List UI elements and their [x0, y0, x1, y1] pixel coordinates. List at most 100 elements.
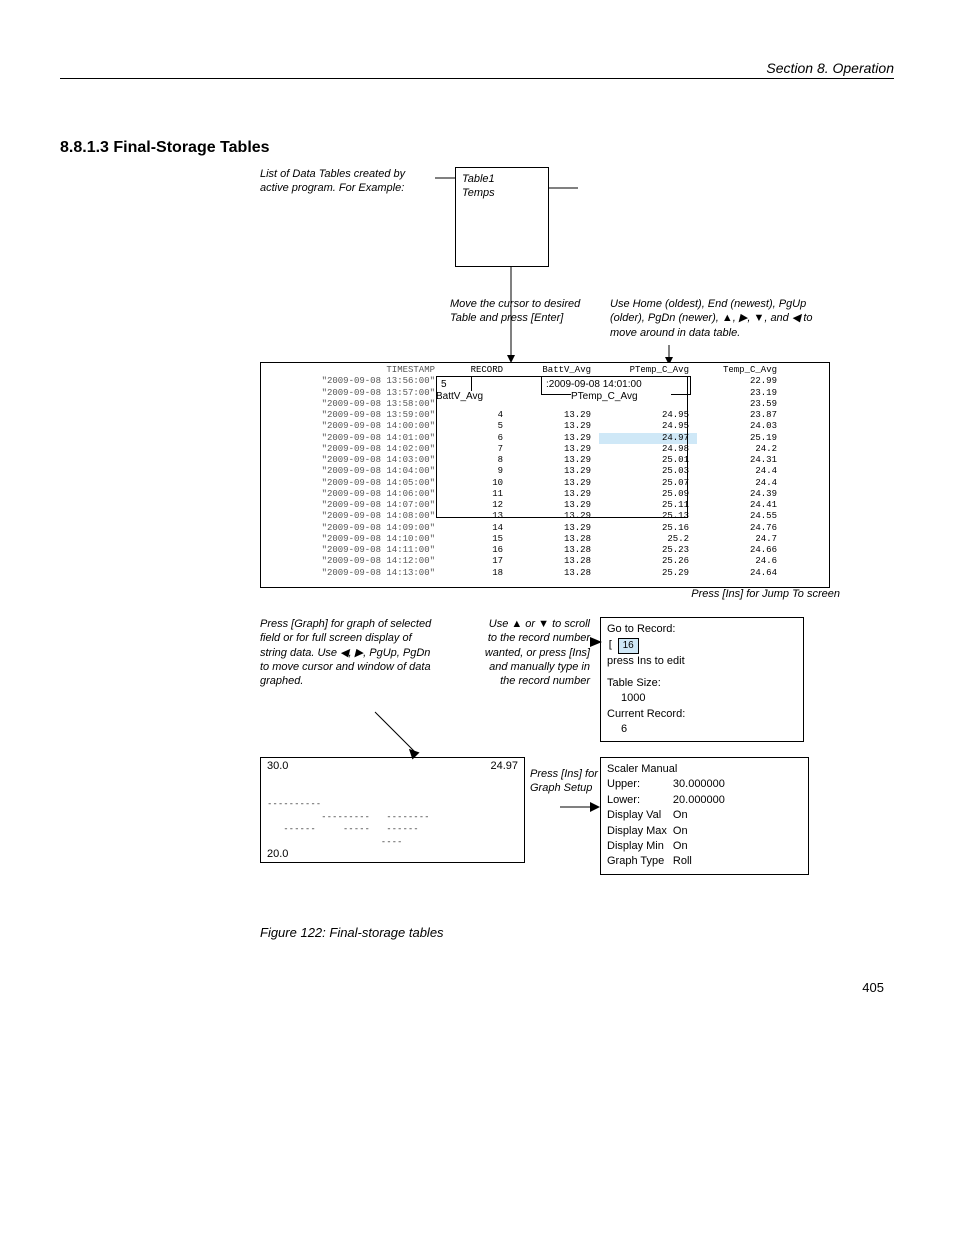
cell: 7 — [443, 444, 511, 455]
table-size-label: Table Size: — [607, 676, 797, 691]
cell: 24.31 — [697, 455, 785, 466]
cell: "2009-09-08 13:59:00" — [265, 410, 443, 421]
cell: 24.7 — [697, 534, 785, 545]
cell: "2009-09-08 14:12:00" — [265, 556, 443, 567]
scaler-row: Lower:20.000000 — [607, 793, 731, 808]
annotation-move: Move the cursor to desired Table and pre… — [450, 297, 590, 326]
cell: "2009-09-08 13:58:00" — [265, 399, 443, 410]
arrow-icon — [375, 712, 435, 762]
scaler-cell: Roll — [673, 854, 731, 869]
cell: "2009-09-08 14:00:00" — [265, 421, 443, 432]
cell: 13.28 — [511, 534, 599, 545]
figure: List of Data Tables created by active pr… — [260, 167, 840, 917]
table-row: "2009-09-08 14:03:00"813.2925.0124.31 — [265, 455, 825, 466]
cell: 10 — [443, 478, 511, 489]
current-record-value: 6 — [607, 722, 797, 737]
table-name-1: Table1 — [462, 172, 542, 186]
graph-preview-box: 30.0 24.97 20.0 ---------- --------- ---… — [260, 757, 525, 863]
table-row: "2009-09-08 14:10:00"1513.2825.224.7 — [265, 534, 825, 545]
cell: 25.23 — [599, 545, 697, 556]
cell: 23.59 — [697, 399, 785, 410]
cell: 13.29 — [511, 444, 599, 455]
annotation-nav: Use Home (oldest), End (newest), PgUp (o… — [610, 297, 840, 340]
cell: 13.29 — [511, 478, 599, 489]
graph-current: 24.97 — [490, 760, 518, 772]
cell: 25.11 — [599, 500, 697, 511]
scaler-cell: 20.000000 — [673, 793, 731, 808]
cell: 15 — [443, 534, 511, 545]
cell: "2009-09-08 14:11:00" — [265, 545, 443, 556]
scaler-row: Graph TypeRoll — [607, 854, 731, 869]
cell: 24.6 — [697, 556, 785, 567]
page-header: Section 8. Operation — [60, 60, 894, 79]
annotation-graph: Press [Graph] for graph of selected fiel… — [260, 617, 440, 688]
scaler-row: Display MaxOn — [607, 824, 731, 839]
cell: "2009-09-08 14:03:00" — [265, 455, 443, 466]
cell: 24.4 — [697, 478, 785, 489]
scaler-cell: Display Max — [607, 824, 673, 839]
cell: "2009-09-08 14:02:00" — [265, 444, 443, 455]
scaler-cell: 30.000000 — [673, 777, 731, 792]
section-heading: 8.8.1.3 Final-Storage Tables — [60, 139, 894, 157]
cell: 24.55 — [697, 511, 785, 522]
scaler-box: Scaler Manual Upper:30.000000Lower:20.00… — [600, 757, 809, 875]
table-row: "2009-09-08 13:58:00" 23.59 — [265, 399, 825, 410]
cell: 23.87 — [697, 410, 785, 421]
annotation-ins-jump: Press [Ins] for Jump To screen — [691, 587, 840, 601]
table-list-box: Table1 Temps — [455, 167, 549, 267]
cell: 25.29 — [599, 568, 697, 579]
scaler-cell: Graph Type — [607, 854, 673, 869]
table-row: "2009-09-08 14:08:00"1313.2925.1324.55 — [265, 511, 825, 522]
cell: 13.28 — [511, 556, 599, 567]
col-header-battv: BattV_Avg — [511, 365, 599, 376]
table-row: "2009-09-08 14:01:00"613.2924.9725.19 — [265, 433, 825, 444]
cell: 24.41 — [697, 500, 785, 511]
goto-value[interactable]: 16 — [618, 638, 639, 654]
cell: 4 — [443, 410, 511, 421]
cell: 9 — [443, 466, 511, 477]
col-header-record: RECORD — [443, 365, 511, 376]
col-header-ptemp: PTemp_C_Avg — [599, 365, 697, 376]
cell: "2009-09-08 14:07:00" — [265, 500, 443, 511]
cell: 23.19 — [697, 388, 785, 399]
cell: 13.29 — [511, 421, 599, 432]
table-row: "2009-09-08 14:12:00"1713.2825.2624.6 — [265, 556, 825, 567]
cell: 25.19 — [697, 433, 785, 444]
cell: 16 — [443, 545, 511, 556]
cell: 24.95 — [599, 421, 697, 432]
scaler-row: Upper:30.000000 — [607, 777, 731, 792]
table-row: "2009-09-08 14:07:00"1213.2925.1124.41 — [265, 500, 825, 511]
cell: 14 — [443, 523, 511, 534]
cell: 25.07 — [599, 478, 697, 489]
table-row: "2009-09-08 14:11:00"1613.2825.2324.66 — [265, 545, 825, 556]
cell: 25.26 — [599, 556, 697, 567]
cell: 12 — [443, 500, 511, 511]
cell: 24.39 — [697, 489, 785, 500]
scaler-cell: On — [673, 808, 731, 823]
cell: "2009-09-08 14:13:00" — [265, 568, 443, 579]
cell: "2009-09-08 14:04:00" — [265, 466, 443, 477]
cell: 13.29 — [511, 511, 599, 522]
table-row: "2009-09-08 14:09:00"1413.2925.1624.76 — [265, 523, 825, 534]
scaler-table: Upper:30.000000Lower:20.000000Display Va… — [607, 777, 731, 869]
data-table-panel: TIMESTAMP RECORD BattV_Avg PTemp_C_Avg T… — [260, 362, 830, 588]
cell: 18 — [443, 568, 511, 579]
cell: 13.29 — [511, 489, 599, 500]
goto-label: Go to Record: — [607, 622, 797, 637]
table-row: "2009-09-08 13:59:00"413.2924.9523.87 — [265, 410, 825, 421]
cell: 13.29 — [511, 500, 599, 511]
cell: 13.29 — [511, 466, 599, 477]
cell: 24.03 — [697, 421, 785, 432]
cell: 11 — [443, 489, 511, 500]
cell: 24.76 — [697, 523, 785, 534]
table-row: "2009-09-08 14:13:00"1813.2825.2924.64 — [265, 568, 825, 579]
scaler-cell: Display Min — [607, 839, 673, 854]
annotation-scroll: Use ▲ or ▼ to scroll to the record numbe… — [480, 617, 590, 688]
arrow-icon — [435, 177, 455, 179]
cell: 24.95 — [599, 410, 697, 421]
table-row: "2009-09-08 14:04:00"913.2925.0324.4 — [265, 466, 825, 477]
cell: 24.98 — [599, 444, 697, 455]
cell: "2009-09-08 14:09:00" — [265, 523, 443, 534]
current-record-label: Current Record: — [607, 707, 797, 722]
cell: 22.99 — [697, 376, 785, 387]
